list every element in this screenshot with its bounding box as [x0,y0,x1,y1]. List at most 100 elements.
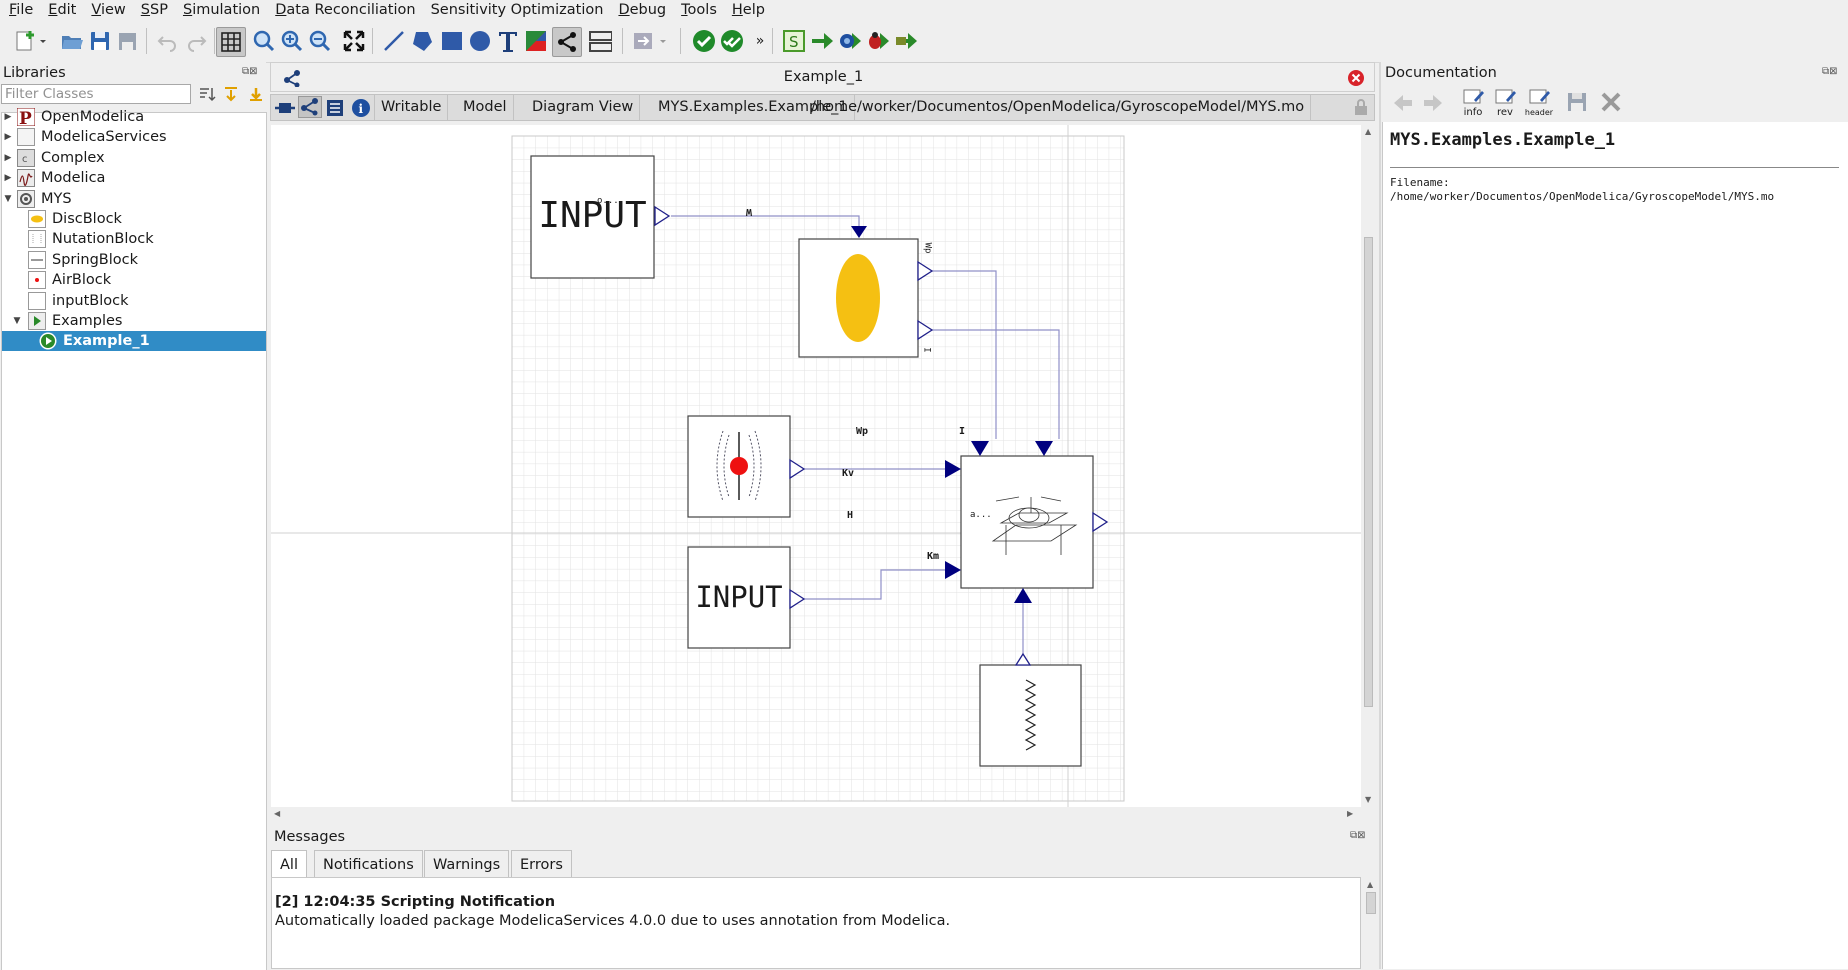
info-edit-icon[interactable]: info [1460,88,1486,118]
icon-view-icon[interactable] [275,98,295,118]
tree-item-label: DiscBlock [52,211,122,227]
gyro-kv-label: Kv [842,468,855,479]
redo-icon[interactable] [184,29,208,53]
lock-icon[interactable] [1353,98,1369,116]
input-block-icon [28,291,46,310]
documentation-view-icon[interactable]: i [351,98,371,118]
menu-data-reconciliation[interactable]: Data Reconciliation [266,0,421,20]
disc-block-icon [28,210,46,228]
tree-item-examples[interactable]: ▼ Examples [2,311,266,331]
collapse-all-icon[interactable] [247,85,265,103]
menu-file[interactable]: File [0,0,39,20]
menu-ssp[interactable]: SSP [132,0,174,20]
doc-save-icon[interactable] [1566,91,1588,113]
polygon-tool-icon[interactable] [410,29,434,53]
menu-simulation[interactable]: Simulation [174,0,266,20]
documentation-float-close-buttons[interactable]: ⧉⊠ [1822,66,1838,77]
examples-icon [28,312,46,330]
align-icon[interactable] [632,29,656,53]
filter-classes-input[interactable]: Filter Classes [1,84,191,104]
save-icon[interactable] [88,29,112,53]
canvas-vertical-scrollbar[interactable]: ▲ ▼ [1362,125,1375,807]
instantiate-icon[interactable]: S [782,29,806,53]
input-port-label: o... [597,196,619,206]
simulate-with-animation-icon[interactable] [894,29,918,53]
canvas-horizontal-scrollbar[interactable]: ◀ ▶ [271,808,1361,821]
ellipse-tool-icon[interactable] [468,29,492,53]
transition-mode-icon[interactable] [588,29,612,53]
header-edit-icon[interactable]: header [1524,88,1554,117]
tab-all[interactable]: All [271,850,307,878]
main-toolbar: » S [0,20,1848,63]
simulate-with-transformational-debugger-icon[interactable] [838,29,862,53]
simulate-icon[interactable] [810,29,834,53]
bitmap-tool-icon[interactable] [524,29,548,53]
fit-to-window-icon[interactable] [342,29,366,53]
expand-arrow-icon[interactable]: ▶ [3,168,13,188]
sort-icon[interactable] [198,85,216,103]
connect-mode-icon[interactable] [552,27,582,57]
revisions-edit-icon[interactable]: rev [1492,88,1518,118]
tree-item-complex[interactable]: ▶ c Complex [2,148,266,168]
check-all-models-icon[interactable] [720,29,744,53]
doc-cancel-icon[interactable] [1600,91,1622,113]
menu-view[interactable]: View [82,0,131,20]
open-icon[interactable] [60,29,84,53]
tree-item-springblock[interactable]: SpringBlock [2,250,266,270]
tree-item-example-1[interactable]: Example_1 [2,331,266,352]
tab-warnings[interactable]: Warnings [424,850,510,878]
messages-scrollbar[interactable]: ▲ [1364,878,1378,970]
menu-sensitivity-optimization[interactable]: Sensitivity Optimization [422,0,610,20]
save-all-icon[interactable] [116,29,140,53]
simulate-with-algorithmic-debugger-icon[interactable] [866,29,890,53]
menu-debug[interactable]: Debug [609,0,672,20]
line-tool-icon[interactable] [382,29,406,53]
tab-notifications[interactable]: Notifications [314,850,423,878]
doc-splitter[interactable] [1379,62,1381,969]
messages-float-close-buttons[interactable]: ⧉⊠ [1350,830,1366,841]
undo-icon[interactable] [156,29,180,53]
tree-item-inputblock[interactable]: inputBlock [2,291,266,311]
menu-help[interactable]: Help [723,0,771,20]
tree-item-discblock[interactable]: DiscBlock [2,209,266,229]
messages-list: [2] 12:04:35 Scripting Notification Auto… [271,877,1378,970]
tree-item-label: ModelicaServices [41,129,167,146]
input-block-2-label: INPUT [695,580,783,614]
close-model-icon[interactable] [1347,69,1365,87]
text-view-icon[interactable] [325,98,345,118]
menu-edit[interactable]: Edit [39,0,82,20]
diagram-view-button[interactable] [298,96,322,118]
libraries-float-close-buttons[interactable]: ⧉⊠ [242,66,258,77]
new-dropdown-icon[interactable] [38,29,48,53]
expand-arrow-icon[interactable]: ▶ [3,148,13,168]
tree-item-mys[interactable]: ▼ MYS [2,189,266,209]
tab-errors[interactable]: Errors [511,850,572,878]
grid-icon[interactable] [216,27,246,57]
zoom-out-icon[interactable] [308,29,332,53]
new-class-icon[interactable] [14,29,38,53]
tree-item-modelica[interactable]: ▶ Modelica [2,168,266,188]
expand-arrow-icon[interactable]: ▶ [3,107,13,127]
expand-arrow-icon[interactable]: ▶ [3,127,13,147]
collapse-arrow-icon[interactable]: ▼ [3,189,13,209]
tree-item-modelicaservices[interactable]: ▶ ModelicaServices [2,127,266,147]
align-dropdown-icon[interactable] [658,29,668,53]
svg-text:S: S [789,33,799,51]
spring-block[interactable] [979,664,1082,767]
check-model-icon[interactable] [692,29,716,53]
canvas-vscroll-thumb[interactable] [1364,237,1373,707]
expand-collapse-icon[interactable] [222,85,240,103]
tree-item-openmodelica[interactable]: ▶ P OpenModelica [2,107,266,129]
zoom-fit-icon[interactable] [252,29,276,53]
tree-item-nutationblock[interactable]: NutationBlock [2,229,266,249]
text-tool-icon[interactable] [496,29,520,53]
overflow-icon[interactable]: » [752,29,768,53]
menu-tools[interactable]: Tools [672,0,723,20]
back-icon[interactable] [1392,92,1414,114]
diagram-canvas[interactable]: INPUT INPUT o... W Wp I Wp I Kv H Km a..… [271,125,1361,807]
forward-icon[interactable] [1422,92,1444,114]
zoom-in-icon[interactable] [280,29,304,53]
tree-item-airblock[interactable]: AirBlock [2,270,266,290]
collapse-arrow-icon[interactable]: ▼ [12,311,22,331]
rectangle-tool-icon[interactable] [440,29,464,53]
